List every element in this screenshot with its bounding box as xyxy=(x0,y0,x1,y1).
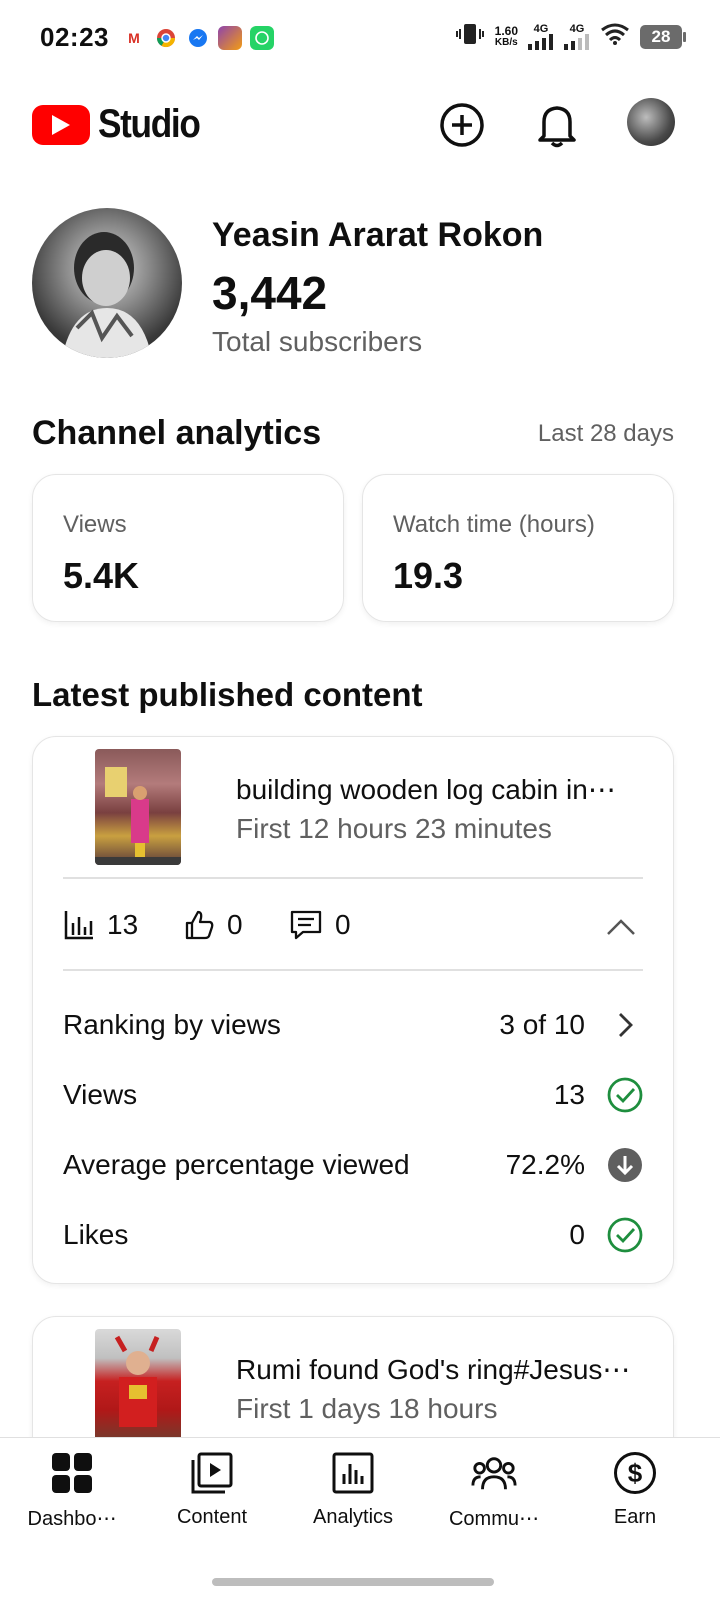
channel-name: Yeasin Ararat Rokon xyxy=(212,216,544,254)
vibrate-icon xyxy=(455,22,485,51)
comments-count: 0 xyxy=(335,909,351,940)
latest-content-title: Latest published content xyxy=(32,676,423,713)
video-title[interactable]: building wooden log cabin in⋯ xyxy=(236,773,644,806)
account-avatar[interactable] xyxy=(627,98,675,146)
watch-time-card[interactable]: Watch time (hours) 19.3 xyxy=(362,474,674,622)
notifications-button[interactable] xyxy=(528,96,586,154)
nav-label: Dashbo⋯ xyxy=(27,1508,117,1530)
subscriber-count: 3,442 xyxy=(212,267,328,319)
check-circle-icon xyxy=(607,1077,643,1113)
whatsapp-icon xyxy=(250,26,274,50)
views-count: 13 xyxy=(107,909,139,940)
row-value: 72.2% xyxy=(505,1149,585,1180)
avg-percentage-row: Average percentage viewed 72.2% xyxy=(63,1145,643,1185)
chrome-icon xyxy=(154,26,178,50)
analytics-icon xyxy=(330,1450,376,1496)
nav-community[interactable]: Commu⋯ xyxy=(422,1450,566,1531)
row-label: Likes xyxy=(63,1219,129,1250)
views-row: Views 13 xyxy=(63,1075,643,1115)
logo-text: Studio xyxy=(98,102,201,146)
content-icon xyxy=(189,1450,235,1496)
row-value: 13 xyxy=(553,1079,585,1110)
metric-label: Views xyxy=(63,511,127,538)
youtube-play-icon xyxy=(32,104,90,145)
status-right: 1.60 KB/s 4G 4G 28 xyxy=(455,22,686,51)
status-time: 02:23 xyxy=(40,22,109,52)
views-card[interactable]: Views 5.4K xyxy=(32,474,344,622)
svg-text:$: $ xyxy=(628,1458,643,1488)
home-indicator[interactable] xyxy=(212,1578,494,1586)
nav-label: Analytics xyxy=(312,1506,394,1528)
status-bar: 02:23 M 1.60 KB/s 4G 4G 28 xyxy=(0,0,720,78)
ranking-row[interactable]: Ranking by views 3 of 10 xyxy=(63,1005,643,1045)
dashboard-icon xyxy=(49,1450,95,1496)
earn-icon: $ xyxy=(612,1450,658,1496)
nav-earn[interactable]: $ Earn xyxy=(563,1450,707,1529)
metric-label: Watch time (hours) xyxy=(393,511,595,538)
messenger-icon xyxy=(186,26,210,50)
gmail-icon: M xyxy=(128,30,140,46)
metric-value: 19.3 xyxy=(393,555,464,596)
video-age: First 1 days 18 hours xyxy=(236,1393,498,1424)
nav-content[interactable]: Content xyxy=(140,1450,284,1529)
chevron-up-icon xyxy=(607,919,635,935)
row-label: Ranking by views xyxy=(63,1009,281,1040)
nav-dashboard[interactable]: Dashbo⋯ xyxy=(0,1450,144,1531)
views-stat: 13 xyxy=(63,909,138,941)
wifi-icon xyxy=(600,22,630,51)
channel-avatar xyxy=(32,208,182,358)
row-value: 3 of 10 xyxy=(499,1009,585,1040)
app-header: Studio xyxy=(0,90,720,160)
notification-icons: M xyxy=(122,26,274,50)
row-label: Views xyxy=(63,1079,138,1110)
check-circle-icon xyxy=(607,1217,643,1253)
latest-video-card: building wooden log cabin in⋯ First 12 h… xyxy=(32,736,674,1284)
bar-chart-icon xyxy=(64,911,93,940)
likes-count: 0 xyxy=(227,909,243,940)
comments-stat: 0 xyxy=(289,909,351,941)
thumbs-up-icon xyxy=(185,910,214,940)
likes-stat: 0 xyxy=(183,909,243,941)
subscriber-label: Total subscribers xyxy=(212,326,423,357)
add-circle-icon xyxy=(440,103,484,147)
youtube-studio-logo[interactable]: Studio xyxy=(32,102,213,147)
nav-label: Commu⋯ xyxy=(448,1508,539,1530)
arrow-down-circle-icon xyxy=(607,1147,643,1183)
analytics-range: Last 28 days xyxy=(537,420,674,447)
net-speed: 1.60 KB/s xyxy=(494,23,518,48)
likes-row: Likes 0 xyxy=(63,1215,643,1255)
game-app-icon xyxy=(218,26,242,50)
chevron-right-icon xyxy=(607,1007,643,1043)
community-icon xyxy=(471,1450,517,1496)
divider xyxy=(63,969,643,971)
video-age: First 12 hours 23 minutes xyxy=(236,813,552,844)
collapse-button[interactable] xyxy=(599,909,643,945)
bell-icon xyxy=(538,106,576,148)
nav-analytics[interactable]: Analytics xyxy=(281,1450,425,1529)
row-label: Average percentage viewed xyxy=(63,1149,410,1180)
analytics-title: Channel analytics xyxy=(32,414,322,452)
video-thumbnail[interactable] xyxy=(95,749,181,865)
divider xyxy=(63,877,643,879)
video-title[interactable]: Rumi found God's ring#Jesus⋯ xyxy=(236,1353,644,1386)
comment-icon xyxy=(290,910,322,940)
video-thumbnail[interactable] xyxy=(95,1329,181,1445)
metric-value: 5.4K xyxy=(63,555,140,596)
nav-label: Content xyxy=(176,1506,248,1528)
nav-label: Earn xyxy=(613,1506,657,1528)
battery-indicator: 28 xyxy=(640,24,686,49)
bottom-navigation: Dashbo⋯ Content Analytics Commu⋯ $ Earn xyxy=(0,1437,720,1600)
create-button[interactable] xyxy=(433,96,491,154)
row-value: 0 xyxy=(569,1219,585,1250)
signal-1: 4G xyxy=(528,23,554,50)
signal-2: 4G xyxy=(564,23,590,50)
channel-profile: Yeasin Ararat Rokon 3,442 Total subscrib… xyxy=(32,208,692,368)
